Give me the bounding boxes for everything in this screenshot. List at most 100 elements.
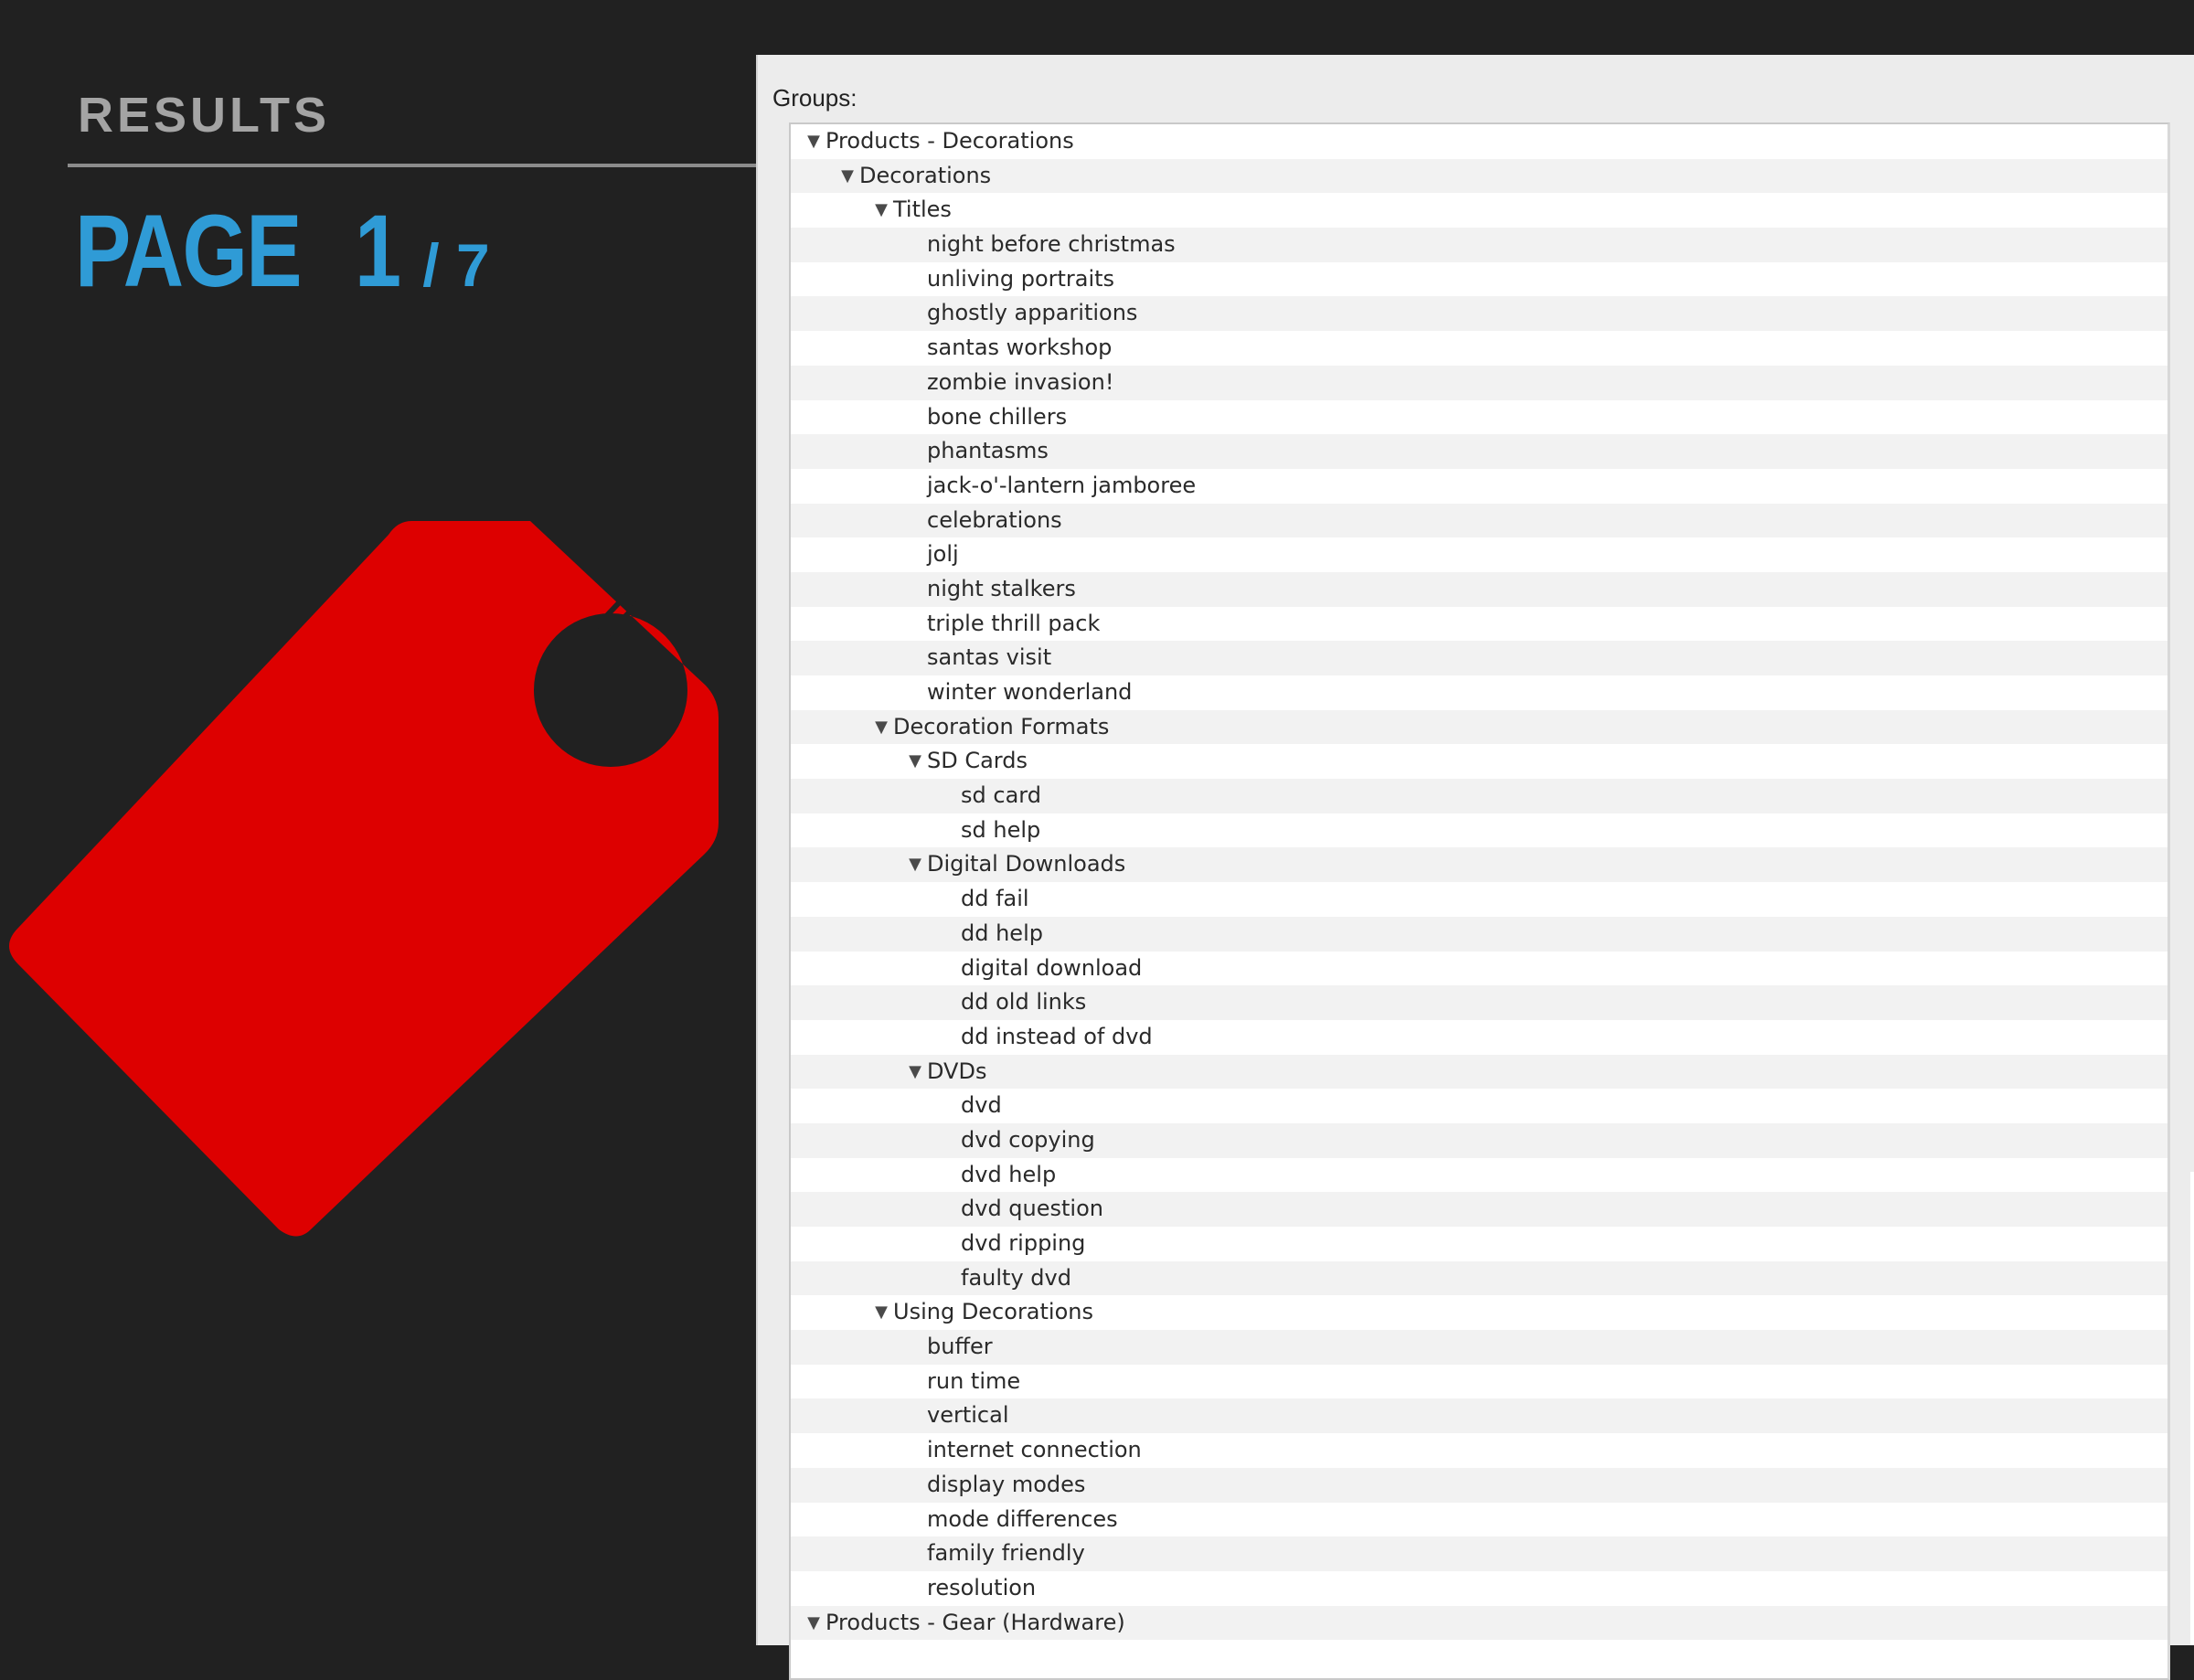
tree-item-row[interactable]: zombie invasion! [791,365,2167,400]
tree-row-label: Products - Gear (Hardware) [825,1609,1125,1635]
tree-row-label: vertical [927,1402,1009,1429]
tree-item-row[interactable]: dd instead of dvd [791,1019,2167,1055]
tree-row-label: sd card [961,782,1041,809]
tree-row-label: run time [927,1367,1021,1394]
tree-row-label: Products - Decorations [825,128,1074,154]
tree-row-label: dvd [961,1092,1002,1119]
tree-row-label: Using Decorations [893,1299,1093,1325]
tree-group-row[interactable]: ▼ Digital Downloads [791,847,2167,883]
tree-row-label: display modes [927,1471,1086,1497]
tree-item-row[interactable]: jolj [791,537,2167,572]
groups-panel: Groups: ▼ Products - Decorations ▼ Decorati… [756,55,2194,1680]
groups-label: Groups: [772,84,857,112]
tree-row-label: triple thrill pack [927,610,1101,636]
tree-item-row[interactable]: santas visit [791,641,2167,675]
disclosure-triangle-icon[interactable]: ▼ [903,847,927,882]
tree-row-label: jolj [927,541,959,568]
disclosure-triangle-icon[interactable]: ▼ [869,1295,893,1330]
tree-item-row[interactable]: night before christmas [791,228,2167,262]
tree-item-row[interactable]: family friendly [791,1536,2167,1571]
tree-group-row[interactable]: ▼ SD Cards [791,744,2167,780]
tree-row-label: dvd help [961,1161,1057,1187]
tree-group-row[interactable]: ▼ Titles [791,193,2167,229]
tree-row-label: unliving portraits [927,265,1115,292]
tree-item-row[interactable]: ghostly apparitions [791,296,2167,332]
tree-row-label: celebrations [927,506,1062,533]
tree-row-label: dd old links [961,989,1087,1015]
tree-item-row[interactable]: phantasms [791,434,2167,469]
heading-divider [68,164,757,167]
tree-item-row[interactable]: dvd copying [791,1122,2167,1158]
tree-row-label: resolution [927,1574,1037,1600]
scrollbar-track[interactable] [2190,1172,2194,1645]
tree-row-label: Digital Downloads [927,851,1126,877]
tree-group-row[interactable]: ▼ Decoration Formats [791,709,2167,745]
tree-item-row[interactable]: vertical [791,1398,2167,1434]
tree-group-row[interactable]: ▼ Using Decorations [791,1295,2167,1331]
tree-row-label: dvd question [961,1196,1103,1222]
tree-row-label: dvd ripping [961,1230,1086,1256]
tree-item-row[interactable]: digital download [791,951,2167,986]
tree-row-label: internet connection [927,1437,1142,1463]
tree-item-row[interactable]: dd old links [791,985,2167,1020]
tree-item-row[interactable]: dd fail [791,882,2167,917]
tree-row-label: night before christmas [927,231,1176,258]
tree-item-row[interactable]: santas workshop [791,331,2167,366]
tree-item-row[interactable]: sd help [791,813,2167,848]
tree-item-row[interactable]: dvd help [791,1157,2167,1193]
disclosure-triangle-icon[interactable]: ▼ [802,124,825,159]
tree-item-row[interactable]: celebrations [791,503,2167,538]
tree-row-label: santas visit [927,644,1052,671]
disclosure-triangle-icon[interactable]: ▼ [903,744,927,779]
tree-row-label: digital download [961,954,1143,981]
tree-group-row[interactable]: ▼ Products - Gear (Hardware) [791,1605,2167,1641]
tree-item-row[interactable]: sd card [791,779,2167,813]
disclosure-triangle-icon[interactable]: ▼ [869,710,893,745]
tree-group-row[interactable]: ▼ DVDs [791,1054,2167,1090]
disclosure-triangle-icon[interactable]: ▼ [903,1055,927,1090]
tree-row-label: night stalkers [927,575,1076,601]
tree-item-row[interactable]: night stalkers [791,571,2167,607]
tree-item-row[interactable]: dd help [791,916,2167,952]
tree-row-label: buffer [927,1334,993,1360]
tree-item-row[interactable]: jack-o'-lantern jamboree [791,468,2167,504]
tree-item-row[interactable]: resolution [791,1570,2167,1606]
tree-row-label: Decoration Formats [893,713,1110,739]
tree-row-label: santas workshop [927,335,1113,361]
disclosure-triangle-icon[interactable]: ▼ [836,159,859,194]
tree-row-label: faulty dvd [961,1264,1071,1291]
tree-row-label: phantasms [927,438,1049,464]
page-total: / 7 [422,231,490,299]
tree-item-row[interactable]: bone chillers [791,399,2167,435]
tree-item-row[interactable]: winter wonderland [791,675,2167,710]
tree-item-row[interactable]: triple thrill pack [791,606,2167,642]
tree-row-label: SD Cards [927,748,1028,774]
disclosure-triangle-icon[interactable]: ▼ [869,193,893,228]
tree-row-label: dd instead of dvd [961,1023,1153,1049]
slide-heading: RESULTS [78,88,331,143]
tree-row-label: Decorations [859,162,992,188]
tree-row-label: ghostly apparitions [927,300,1138,326]
tree-item-row[interactable]: unliving portraits [791,261,2167,297]
tree-item-row[interactable]: internet connection [791,1433,2167,1468]
tree-group-row[interactable]: ▼ Products - Decorations [791,124,2167,159]
tree-row-label: dd help [961,920,1043,946]
groups-tree[interactable]: ▼ Products - Decorations ▼ Decorations ▼ Titl… [789,122,2170,1680]
tree-item-row[interactable]: mode differences [791,1502,2167,1537]
tree-item-row[interactable]: dvd ripping [791,1227,2167,1261]
tree-group-row[interactable]: ▼ Decorations [791,158,2167,194]
tree-item-row[interactable]: run time [791,1364,2167,1399]
tree-row-label: DVDs [927,1058,987,1084]
tree-item-row[interactable]: dvd question [791,1192,2167,1227]
page-current: 1 [354,194,401,308]
tree-row-label: dd fail [961,886,1029,912]
page-indicator: PAGE 1 / 7 [75,192,490,310]
tree-row-label: zombie invasion! [927,368,1114,395]
tree-item-row[interactable]: display modes [791,1467,2167,1503]
page-word: PAGE [75,194,303,308]
tree-item-row[interactable]: buffer [791,1330,2167,1365]
tree-item-row[interactable]: faulty dvd [791,1260,2167,1296]
tree-row-label: winter wonderland [927,679,1133,705]
disclosure-triangle-icon[interactable]: ▼ [802,1606,825,1641]
tree-item-row[interactable]: dvd [791,1089,2167,1123]
